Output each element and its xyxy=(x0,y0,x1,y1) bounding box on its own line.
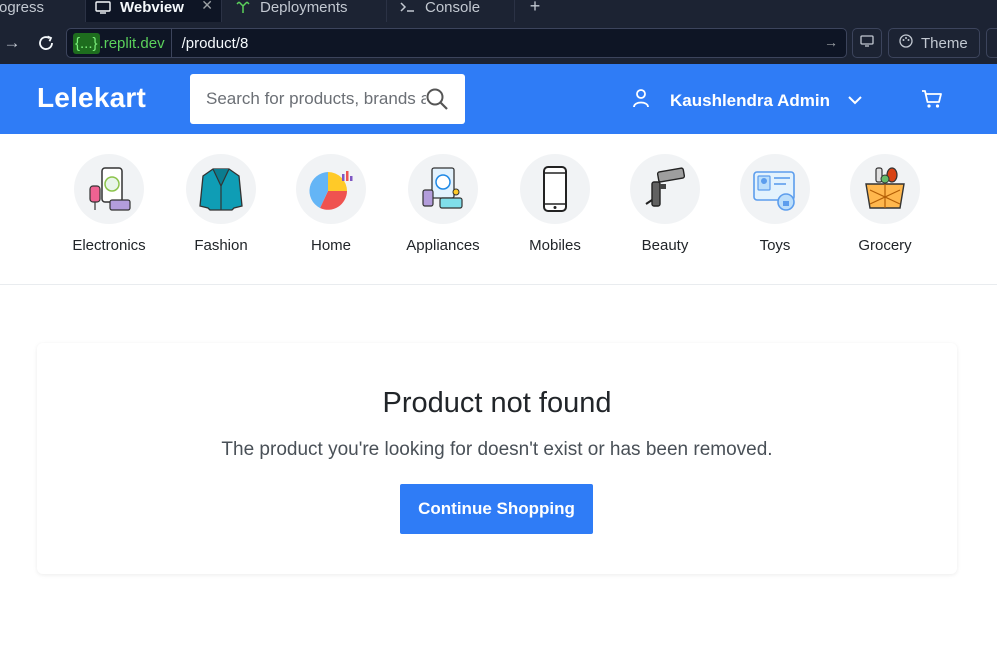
webview-url-bar: → {...} .replit.dev /product/8 → Theme xyxy=(0,22,997,64)
ide-tab-bar: rogress Webview ✕ Deployments Console + xyxy=(0,0,997,22)
domain-suffix: .replit.dev xyxy=(99,34,165,52)
terminal-icon xyxy=(399,0,417,14)
search-icon[interactable] xyxy=(425,87,449,116)
category-label: Mobiles xyxy=(529,237,581,254)
id-card-icon xyxy=(740,154,810,224)
tab-label: Deployments xyxy=(260,0,348,16)
reload-icon[interactable] xyxy=(34,34,58,52)
tab-console[interactable]: Console xyxy=(387,0,515,22)
tab-label: Webview xyxy=(120,0,184,16)
cart-icon[interactable] xyxy=(921,89,943,114)
category-label: Beauty xyxy=(641,237,689,254)
category-beauty[interactable]: Beauty xyxy=(610,154,720,254)
category-bar: Electronics Fashion Home Appliances Mobi… xyxy=(0,134,997,285)
category-label: Toys xyxy=(759,237,791,254)
user-menu[interactable]: Kaushlendra Admin xyxy=(632,88,862,113)
search-box xyxy=(190,74,465,124)
not-found-card: Product not found The product you're loo… xyxy=(37,343,957,574)
forward-arrow-icon[interactable]: → xyxy=(0,33,24,53)
theme-button[interactable]: Theme xyxy=(888,28,980,58)
hair-straightener-icon xyxy=(630,154,700,224)
url-path: /product/8 xyxy=(181,34,249,52)
monitor-icon xyxy=(94,0,112,14)
domain-braces: {...} xyxy=(73,32,100,54)
continue-shopping-button[interactable]: Continue Shopping xyxy=(400,484,593,534)
appliances-icon xyxy=(408,154,478,224)
url-input[interactable]: {...} .replit.dev /product/8 → xyxy=(66,28,847,58)
devtools-button[interactable] xyxy=(852,28,882,58)
close-icon[interactable]: ✕ xyxy=(201,0,213,14)
user-name: Kaushlendra Admin xyxy=(670,90,830,110)
category-fashion[interactable]: Fashion xyxy=(166,154,276,254)
chevron-down-icon xyxy=(848,92,862,110)
category-label: Electronics xyxy=(72,237,146,254)
blazer-icon xyxy=(186,154,256,224)
user-icon xyxy=(632,88,650,113)
not-found-message: The product you're looking for doesn't e… xyxy=(221,439,773,460)
deployments-icon xyxy=(234,0,252,14)
category-appliances[interactable]: Appliances xyxy=(388,154,498,254)
electronics-icon xyxy=(74,154,144,224)
theme-label: Theme xyxy=(921,34,968,52)
category-label: Fashion xyxy=(194,237,248,254)
category-electronics[interactable]: Electronics xyxy=(54,154,164,254)
new-tab-button[interactable]: + xyxy=(515,0,555,17)
tab-deployments[interactable]: Deployments xyxy=(222,0,387,22)
domain-chip: {...} .replit.dev xyxy=(67,29,172,57)
screen-icon xyxy=(860,34,874,52)
palette-icon xyxy=(899,34,913,52)
category-grocery[interactable]: Grocery xyxy=(830,154,940,254)
smartphone-icon xyxy=(520,154,590,224)
grocery-basket-icon xyxy=(850,154,920,224)
site-header: Lelekart Kaushlendra Admin xyxy=(0,64,997,134)
tab-webview[interactable]: Webview ✕ xyxy=(86,0,222,22)
category-home[interactable]: Home xyxy=(276,154,386,254)
tab-label: Console xyxy=(425,0,481,16)
go-arrow-icon[interactable]: → xyxy=(824,34,838,50)
category-label: Appliances xyxy=(406,237,480,254)
category-label: Grocery xyxy=(858,237,912,254)
more-button[interactable] xyxy=(986,28,997,58)
not-found-title: Product not found xyxy=(382,387,612,419)
tab-progress[interactable]: rogress xyxy=(0,0,86,22)
site-logo[interactable]: Lelekart xyxy=(37,82,146,114)
category-toys[interactable]: Toys xyxy=(720,154,830,254)
search-input[interactable] xyxy=(206,89,426,109)
category-label: Home xyxy=(310,237,351,254)
pie-chart-icon xyxy=(296,154,366,224)
tab-label: rogress xyxy=(0,0,45,16)
category-mobiles[interactable]: Mobiles xyxy=(500,154,610,254)
